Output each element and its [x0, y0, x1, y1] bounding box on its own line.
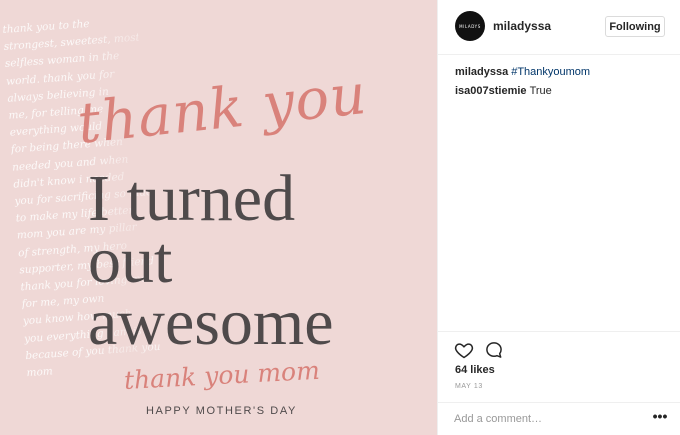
comment-username[interactable]: miladyssa — [455, 66, 508, 78]
comment-input[interactable] — [454, 411, 634, 427]
comment-item: isa007stiemie True — [455, 83, 665, 99]
headline-line: out — [88, 224, 173, 297]
likes-count[interactable]: 64 likes — [455, 364, 495, 376]
avatar-text: MILADYS — [459, 23, 481, 29]
comment-text: True — [529, 85, 552, 97]
avatar[interactable]: MILADYS — [455, 11, 485, 41]
comments-list: miladyssa #Thankyoumom isa007stiemie True — [455, 64, 665, 102]
post-image[interactable]: thank you to the strongest, sweetest, mo… — [0, 0, 437, 435]
username-link[interactable]: miladyssa — [493, 19, 551, 33]
speech-bubble-icon[interactable] — [484, 340, 504, 360]
headline: I turned out awesome — [88, 162, 418, 359]
post-actions: 64 likes MAY 13 — [438, 331, 680, 403]
add-comment-bar: ••• — [438, 402, 680, 435]
post-header: MILADYS miladyssa Following — [438, 0, 680, 55]
heart-icon[interactable] — [454, 340, 474, 360]
instagram-post: thank you to the strongest, sweetest, mo… — [0, 0, 680, 435]
comment-username[interactable]: isa007stiemie — [455, 85, 527, 97]
comment-item: miladyssa #Thankyoumom — [455, 64, 665, 80]
ellipsis-icon[interactable]: ••• — [651, 409, 669, 427]
headline-line: I turned — [88, 162, 296, 235]
footer-caption: HAPPY MOTHER'S DAY — [146, 405, 297, 417]
hashtag-link[interactable]: #Thankyoumom — [511, 66, 590, 78]
following-button[interactable]: Following — [605, 16, 665, 37]
post-date[interactable]: MAY 13 — [455, 383, 483, 390]
headline-line: awesome — [88, 286, 334, 359]
post-side-panel: MILADYS miladyssa Following miladyssa #Th… — [437, 0, 680, 435]
